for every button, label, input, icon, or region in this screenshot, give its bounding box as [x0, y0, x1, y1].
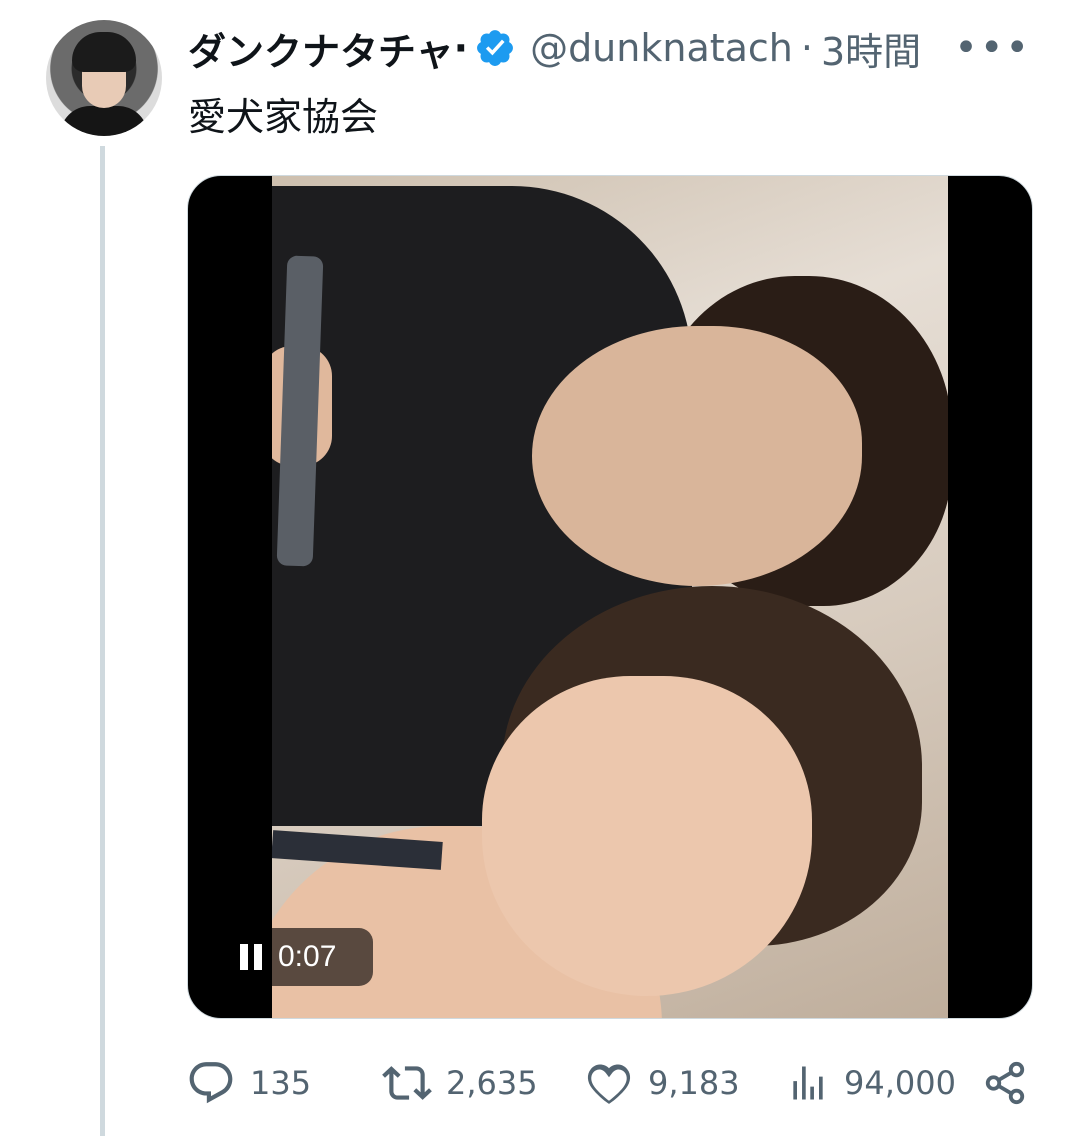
- reply-button[interactable]: 135: [186, 1055, 311, 1111]
- author-avatar[interactable]: [46, 20, 162, 136]
- like-count: 9,183: [648, 1064, 740, 1102]
- video-scene-face-lower: [482, 676, 812, 996]
- video-frame[interactable]: [272, 176, 948, 1018]
- views-icon: [793, 1066, 823, 1100]
- name-dot: ·: [453, 26, 469, 70]
- like-button[interactable]: 9,183: [584, 1055, 740, 1111]
- reply-icon: [189, 1062, 233, 1104]
- header-separator: ·: [800, 26, 813, 70]
- tweet-actions: 135 2,635 9,183 94,000: [186, 1055, 1039, 1111]
- video-scene-face-upper: [532, 326, 862, 586]
- share-icon: [985, 1061, 1025, 1105]
- video-controls[interactable]: 0:07: [232, 928, 373, 986]
- retweet-button[interactable]: 2,635: [382, 1055, 538, 1111]
- more-icon[interactable]: •••: [954, 22, 1031, 74]
- thread-line: [100, 146, 105, 1136]
- video-player[interactable]: 0:07: [187, 175, 1033, 1019]
- author-handle[interactable]: @dunknatach: [530, 26, 793, 70]
- verified-badge-icon[interactable]: [474, 27, 516, 69]
- views-count: 94,000: [844, 1064, 956, 1102]
- like-icon: [587, 1064, 631, 1104]
- pause-icon[interactable]: [240, 944, 262, 970]
- video-duration: 0:07: [278, 940, 337, 973]
- avatar-figure-body: [60, 106, 148, 136]
- author-name[interactable]: ダンクナタチャ: [188, 21, 454, 76]
- views-button[interactable]: 94,000: [786, 1055, 956, 1111]
- tweet-text: 愛犬家協会: [188, 95, 379, 139]
- tweet-timestamp[interactable]: 3時間: [821, 21, 921, 76]
- retweet-count: 2,635: [446, 1064, 538, 1102]
- share-button[interactable]: [982, 1055, 1028, 1111]
- avatar-figure-hair: [72, 32, 136, 72]
- retweet-icon: [382, 1066, 432, 1100]
- tweet-header: ダンクナタチャ · @dunknatach · 3時間: [188, 22, 1039, 74]
- reply-count: 135: [250, 1064, 312, 1102]
